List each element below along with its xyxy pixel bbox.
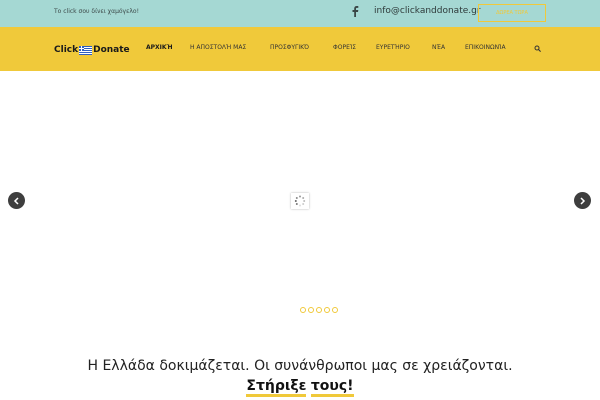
nav-item-news[interactable]: ΝΈΑ: [432, 44, 445, 51]
slider-prev-button[interactable]: [8, 192, 25, 209]
headline: Η Ελλάδα δοκιμάζεται. Οι συνάνθρωποι μας…: [60, 356, 540, 397]
nav-item-mission[interactable]: Η ΑΠΟΣΤΟΛΉ ΜΑΣ: [190, 44, 246, 51]
nav-item-contact[interactable]: ΕΠΙΚΟΙΝΩΝΊΑ: [465, 44, 506, 51]
headline-strong-2: τους!: [310, 378, 354, 397]
slider-dot[interactable]: [308, 307, 314, 313]
nav-item-refugee[interactable]: ΠΡΟΣΦΥΓΙΚΌ: [270, 44, 309, 51]
slider-loader: [291, 193, 309, 209]
slider-dot[interactable]: [300, 307, 306, 313]
chevron-right-icon: [580, 196, 586, 205]
nav-item-directory[interactable]: ΕΥΡΕΤΉΡΙΟ: [376, 44, 410, 51]
headline-strong: Στήριξε: [246, 378, 307, 397]
email-link[interactable]: info@clickanddonate.gr: [374, 6, 481, 16]
tagline: Το click σου δίνει χαμόγελο!: [54, 8, 139, 15]
slider-dot[interactable]: [324, 307, 330, 313]
search-icon[interactable]: [534, 45, 541, 52]
slider-pagination: [300, 307, 338, 313]
donate-button[interactable]: ΔΩΡΕΑ ΤΩΡΑ: [478, 4, 546, 22]
chevron-left-icon: [13, 196, 19, 205]
nav-item-home[interactable]: ΑΡΧΙΚΉ: [146, 44, 173, 51]
headline-text: Η Ελλάδα δοκιμάζεται. Οι συνάνθρωποι μας…: [87, 358, 513, 374]
slider-dot[interactable]: [332, 307, 338, 313]
slider-dot[interactable]: [316, 307, 322, 313]
logo[interactable]: Click Donate: [54, 44, 130, 56]
greek-flag-icon: [79, 45, 93, 55]
loading-spinner-icon: [294, 195, 306, 207]
logo-text-click: Click: [54, 45, 79, 55]
nav-item-organizations[interactable]: ΦΟΡΕΊΣ: [333, 44, 356, 51]
facebook-icon[interactable]: [350, 5, 360, 17]
logo-text-donate: Donate: [93, 45, 130, 55]
slider-next-button[interactable]: [574, 192, 591, 209]
